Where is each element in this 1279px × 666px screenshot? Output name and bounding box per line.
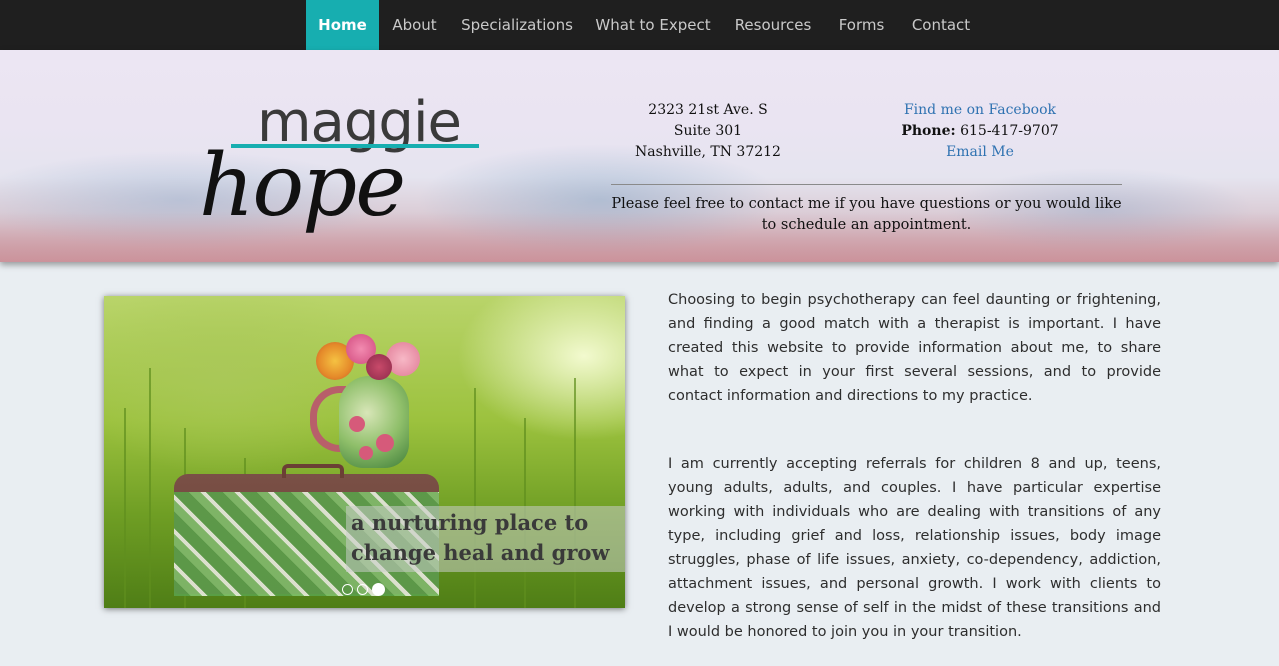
nav-resources[interactable]: Resources [722,0,824,50]
phone-label: Phone: [901,123,956,139]
grass-blade [149,368,151,608]
slider-dots [342,579,389,596]
nav-what-to-expect[interactable]: What to Expect [584,0,722,50]
facebook-link[interactable]: Find me on Facebook [880,100,1080,121]
nav-about[interactable]: About [379,0,450,50]
pitcher-decoration [359,446,373,460]
site-logo[interactable]: maggie hope [195,92,495,252]
address-line-2: Suite 301 [673,123,743,139]
header-divider [611,184,1122,185]
nav-contact[interactable]: Contact [899,0,983,50]
grass-blade [474,388,476,608]
slider-dot-1[interactable] [342,584,353,595]
address-line-3: Nashville, TN 37212 [635,144,781,160]
address-line-1: 2323 21st Ave. S [648,102,768,118]
image-slider[interactable]: a nurturing place to change heal and gro… [104,296,625,608]
suitcase-handle [282,464,344,478]
contact-block: Find me on Facebook Phone: 615-417-9707 … [880,100,1080,163]
pitcher-decoration [349,416,365,432]
referrals-paragraph: I am currently accepting referrals for c… [668,456,1161,640]
logo-text-hope: hope [199,136,406,236]
nav-specializations[interactable]: Specializations [450,0,584,50]
slide-caption: a nurturing place to change heal and gro… [351,508,625,568]
slider-dot-3[interactable] [372,583,385,596]
contact-note: Please feel free to contact me if you ha… [611,196,1122,233]
slide-caption-line-2: change heal and grow [351,540,610,565]
phone-number[interactable]: 615-417-9707 [960,123,1059,139]
intro-paragraph: Choosing to begin psychotherapy can feel… [668,292,1161,404]
email-link[interactable]: Email Me [880,142,1080,163]
header-banner: maggie hope 2323 21st Ave. S Suite 301 N… [0,50,1279,262]
top-nav: Home About Specializations What to Expec… [0,0,1279,50]
nav-home[interactable]: Home [306,0,379,50]
grass-blade [124,408,126,608]
pitcher-decoration [376,434,394,452]
address-block: 2323 21st Ave. S Suite 301 Nashville, TN… [618,100,798,163]
grass-blade [574,378,576,608]
slide-caption-line-1: a nurturing place to [351,510,589,535]
flower-image [366,354,392,380]
phone-line: Phone: 615-417-9707 [880,121,1080,142]
slider-dot-2[interactable] [357,584,368,595]
nav-forms[interactable]: Forms [824,0,899,50]
